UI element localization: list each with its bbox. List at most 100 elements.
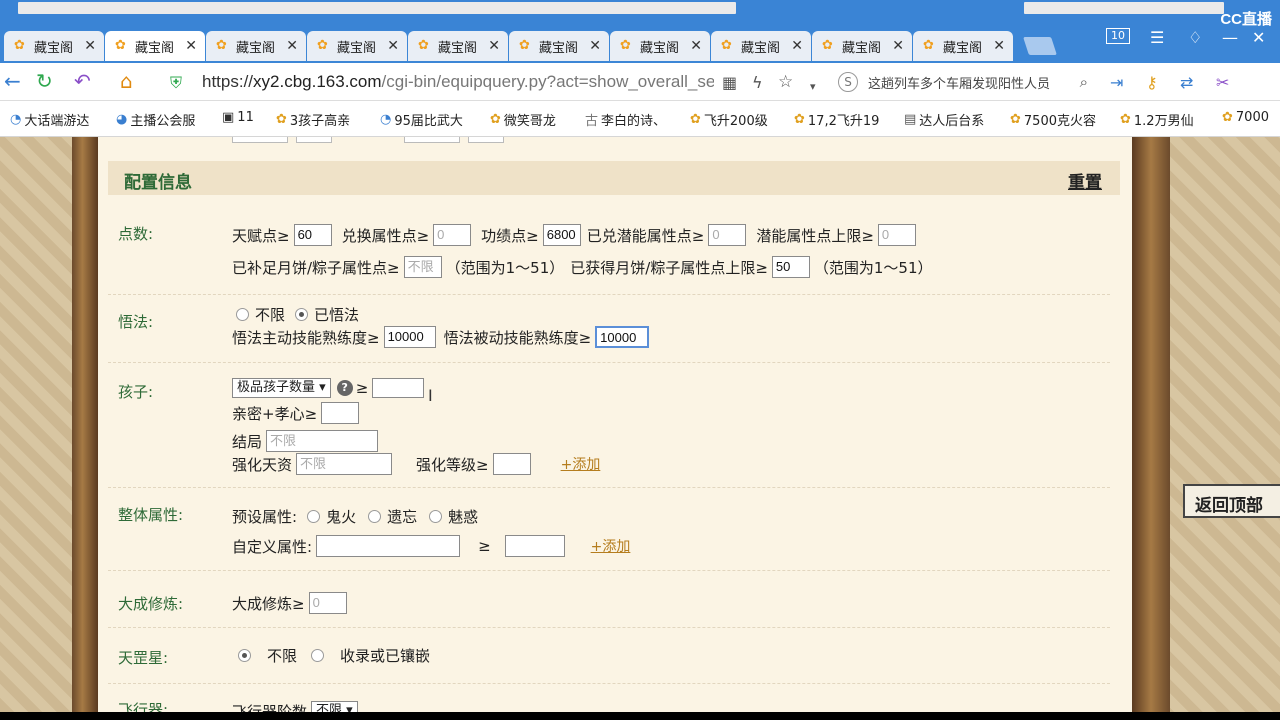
skin-icon[interactable]: ♢ [1188,28,1202,47]
star-icon[interactable]: ☆ [778,72,793,92]
menu-icon[interactable]: ☰ [1150,28,1164,47]
mooncake-points-input[interactable]: 不限 [403,256,442,278]
bookmark-item[interactable]: ✿ 7000 [1222,110,1269,125]
bookmark-item[interactable]: ✿ 微笑哥龙 [490,110,556,129]
bookmark-item[interactable]: ✿ 3孩子高亲 [276,110,350,129]
search-engine-icon[interactable]: S [838,72,858,92]
favicon-icon: ✿ [216,38,227,53]
favicon-icon: ✿ [14,38,25,53]
enlighten-any-radio[interactable] [236,307,249,321]
enlighten-skills-row: 悟法主动技能熟练度≥ 10000 悟法被动技能熟练度≥ 10000 [232,325,653,349]
bookmark-item[interactable]: ▤ 达人后台系 [904,110,984,129]
bookmark-item[interactable]: ✿ 1.2万男仙 [1120,110,1194,129]
browser-tab[interactable]: ✿ 藏宝阁 ✕ [4,31,104,61]
potential-cap-input[interactable]: 0 [877,224,916,246]
custom-attr-row: 自定义属性: ≥ +添加 [232,535,631,557]
login-icon[interactable]: ⇥ [1110,73,1123,93]
bookmark-item[interactable]: ✿ 7500克火容 [1010,110,1096,129]
lightning-icon[interactable]: ϟ [752,73,763,93]
charm-radio[interactable] [429,509,443,523]
child-count-input[interactable] [372,378,425,398]
scissors-icon[interactable]: ✂ [1216,73,1229,93]
tiangang-label: 天罡星: [118,649,169,667]
enhance-talent-input[interactable]: 不限 [296,453,393,475]
search-box[interactable]: S 这趟列车多个车厢发现阳性人员 ⌕ [838,69,1088,95]
tab-close-icon[interactable]: ✕ [892,38,904,54]
browser-tab[interactable]: ✿ 藏宝阁 ✕ [307,31,407,61]
dacheng-row: 大成修炼≥ 0 [232,591,351,615]
tab-close-icon[interactable]: ✕ [589,38,601,54]
bookmark-item[interactable]: ◔ 大话端游达 [10,110,89,129]
window-close-icon[interactable]: ✕ [1252,28,1265,47]
bookmark-item[interactable]: 古李白的诗、 [585,110,666,129]
tab-close-icon[interactable]: ✕ [387,38,399,54]
potential-exchanged-input[interactable]: 0 [708,224,747,246]
new-tab-button[interactable] [1023,37,1057,55]
translate-icon[interactable]: ⇄ [1180,73,1193,93]
url-field[interactable]: https://xy2.cbg.163.com/cgi-bin/equipque… [202,72,714,92]
tab-close-icon[interactable]: ✕ [690,38,702,54]
talent-points-input[interactable]: 60 [293,224,332,246]
tiangang-any-radio[interactable] [238,648,251,662]
help-icon[interactable]: ? [336,380,353,396]
undo-icon[interactable]: ↶ [74,71,91,91]
dropdown-icon[interactable]: ▾ [810,77,816,97]
key-icon[interactable]: ⚷ [1146,73,1158,93]
tab-close-icon[interactable]: ✕ [185,38,197,54]
window-thumbnail[interactable] [18,2,736,14]
browser-tab[interactable]: ✿ 藏宝阁 ✕ [408,31,508,61]
browser-tab[interactable]: ✿ 藏宝阁 ✕ [206,31,306,61]
refresh-icon[interactable]: ↻ [36,71,53,91]
bookmark-item[interactable]: ▣ 11 [222,110,254,125]
bookmark-item[interactable]: ✿ 17,2飞升19 [794,110,879,129]
browser-tab[interactable]: ✿ 藏宝阁 ✕ [913,31,1013,61]
forget-radio[interactable] [368,509,382,523]
preset-attr-row: 预设属性: 鬼火 遗忘 魅惑 [232,507,479,526]
tab-close-icon[interactable]: ✕ [488,38,500,54]
tab-close-icon[interactable]: ✕ [286,38,298,54]
back-to-top-button[interactable]: 返回顶部 [1183,484,1280,518]
home-icon[interactable]: ⌂ [120,71,133,91]
qr-code-icon[interactable]: ▦ [722,73,737,93]
title-strip: CC直播 [0,0,1280,30]
custom-attr-input[interactable] [316,535,461,557]
browser-tab[interactable]: ✿ 藏宝阁 ✕ [711,31,811,61]
tiangang-collect-radio[interactable] [311,648,325,662]
child-type-select[interactable]: 极品孩子数量 ▾ [232,378,331,398]
active-skill-input[interactable]: 10000 [383,326,436,348]
search-icon[interactable]: ⌕ [1080,73,1088,91]
exchange-points-input[interactable]: 0 [433,224,472,246]
mooncake-cap-input[interactable]: 50 [771,256,810,278]
tab-close-icon[interactable]: ✕ [791,38,803,54]
browser-tab[interactable]: ✿ 藏宝阁 ✕ [812,31,912,61]
bookmark-item[interactable]: ◔ 95届比武大 [380,110,463,129]
dacheng-label: 大成修炼: [118,595,184,613]
window-thumbnail[interactable] [1024,2,1224,14]
bookmark-icon: ◔ [380,112,392,127]
ghostfire-radio[interactable] [307,509,321,523]
custom-attr-value-input[interactable] [504,535,565,557]
tab-count-badge[interactable]: 10 [1106,28,1130,44]
intimacy-input[interactable] [321,402,360,424]
secure-shield-icon[interactable]: ⛨ [170,73,182,93]
browser-tab[interactable]: ✿ 藏宝阁 ✕ [509,31,609,61]
enhance-level-input[interactable] [492,453,531,475]
passive-skill-input[interactable]: 10000 [595,326,650,348]
tab-close-icon[interactable]: ✕ [993,38,1005,54]
tab-close-icon[interactable]: ✕ [84,38,96,54]
overall-add-link[interactable]: +添加 [591,536,631,556]
reset-link[interactable]: 重置 [1068,168,1102,193]
feixing-select[interactable]: 不限 ▾ [311,701,358,712]
merit-points-input[interactable]: 6800 [542,224,581,246]
minimize-icon[interactable]: — [1222,28,1238,47]
ending-input[interactable]: 不限 [266,430,379,452]
browser-tab[interactable]: ✿ 藏宝阁 ✕ [105,31,205,61]
back-arrow-icon[interactable]: ← [4,71,21,91]
browser-tab[interactable]: ✿ 藏宝阁 ✕ [610,31,710,61]
bookmark-item[interactable]: ✿ 飞升200级 [690,110,768,129]
dacheng-input[interactable]: 0 [308,592,347,614]
enlighten-done-radio[interactable] [295,307,309,321]
bookmark-item[interactable]: ◕ 主播公会服 [116,110,195,129]
favicon-icon: ✿ [418,38,429,53]
child-add-link[interactable]: +添加 [561,454,601,474]
